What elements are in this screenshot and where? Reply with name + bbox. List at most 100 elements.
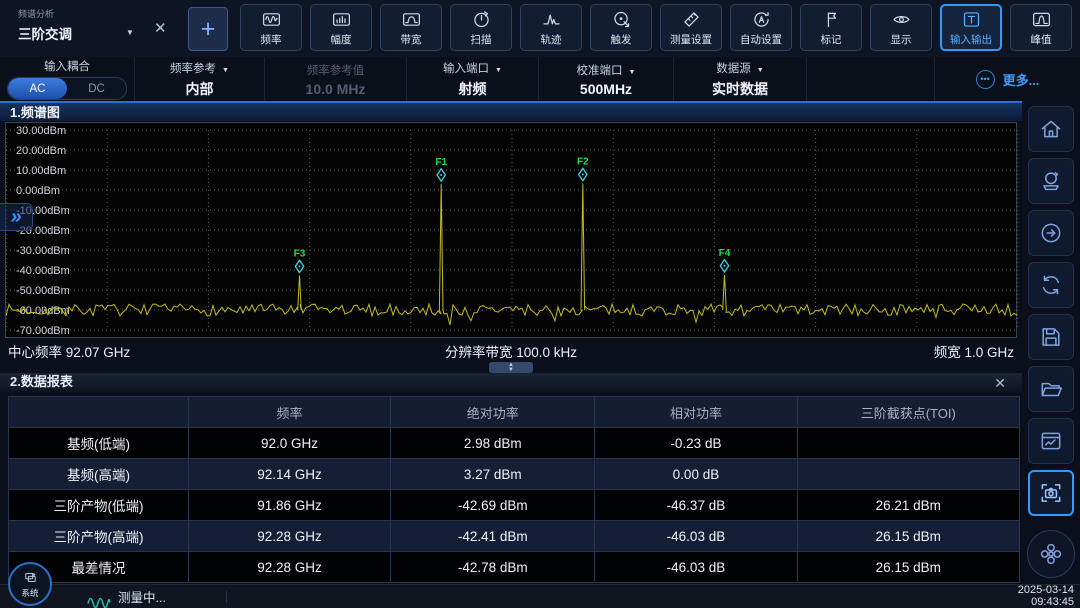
toolbar-button-trace[interactable]: 轨迹 [520,4,582,51]
setting-value: 实时数据 [712,79,768,99]
svg-text:-30.00dBm: -30.00dBm [16,245,70,257]
report-panel: 2.数据报表 ✕ 频率绝对功率相对功率三阶截获点(TOI)基频(低端)92.0 … [0,373,1022,568]
setting-label: 校准端口 [577,62,623,78]
auto-icon [751,9,772,30]
amp-icon [331,9,352,30]
sidebar-button-forward[interactable] [1028,210,1074,256]
more-settings-button[interactable]: •••更多... [976,70,1040,89]
table-cell: 3.27 dBm [391,459,595,490]
toggle-option-dc[interactable]: DC [67,78,126,99]
measurement-tab[interactable]: 频谱分析 三阶交调 ▼ ✕ + [0,0,234,57]
freq-icon [261,9,282,30]
table-header-cell: 频率 [188,397,390,428]
forward-icon [1038,220,1064,246]
status-bar: 系统 测量中... 2025-03-14 09:43:45 [0,584,1080,608]
setting-spacer [807,57,935,101]
peak-icon [1031,9,1052,30]
table-cell: -46.03 dB [595,521,797,552]
report-panel-title: 2.数据报表 ✕ [0,373,1022,392]
toolbar-button-trigger[interactable]: 触发 [590,4,652,51]
table-cell: 26.15 dBm [797,521,1019,552]
setting-label: 输入耦合 [44,58,90,74]
setting-cal-port[interactable]: 校准端口▼500MHz [539,57,674,101]
table-cell [797,428,1019,459]
setting-more[interactable]: •••更多... [935,57,1080,101]
setting-data-source[interactable]: 数据源 ▼ 实时数据 [674,57,807,101]
toolbar-button-peak[interactable]: 峰值 [1010,4,1072,51]
screenshot-icon [1038,480,1064,506]
sidebar-button-calibrate[interactable] [1028,158,1074,204]
toolbar-button-auto[interactable]: 自动设置 [730,4,792,51]
setting-input-port[interactable]: 输入端口▼射频 [407,57,539,101]
spectrum-panel: 1.频谱图 30.00dBm20.00dBm10.00dBm0.00dBm-10… [0,101,1022,363]
toolbar-button-marker[interactable]: 标记 [800,4,862,51]
sidebar-button-save[interactable] [1028,314,1074,360]
chevron-down-icon: ▼ [757,67,764,74]
system-icon [23,570,38,585]
sidebar-button-screenshot[interactable] [1028,470,1074,516]
ac-dc-toggle[interactable]: ACDC [7,77,127,100]
sidebar-button-open[interactable] [1028,366,1074,412]
table-row: 基频(高端)92.14 GHz3.27 dBm0.00 dB [9,459,1020,490]
setting-freq-reference[interactable]: 频率参考▼内部 [135,57,265,101]
open-icon [1038,376,1064,402]
svg-text:30.00dBm: 30.00dBm [16,125,66,137]
sidebar-button-navpad[interactable] [1027,530,1075,578]
toolbar-button-label: 显示 [891,32,912,47]
toolbar-button-freq[interactable]: 频率 [240,4,302,51]
toolbar-button-display[interactable]: 显示 [870,4,932,51]
measure-icon [681,9,702,30]
close-tab-icon[interactable]: ✕ [154,19,167,37]
side-toolbar [1022,101,1080,584]
spectrum-plot[interactable]: 30.00dBm20.00dBm10.00dBm0.00dBm-10.00dBm… [5,122,1017,338]
toolbar-button-amp[interactable]: 幅度 [310,4,372,51]
toggle-option-ac[interactable]: AC [8,78,67,99]
table-header-cell: 相对功率 [595,397,797,428]
table-cell: -0.23 dB [595,428,797,459]
setting-label: 频率参考 [170,60,216,76]
chevron-down-icon[interactable]: ▼ [126,28,134,37]
setting-value: 射频 [459,79,487,99]
toolbar-button-label: 测量设置 [670,32,712,47]
svg-text:F3: F3 [294,248,306,259]
table-row: 基频(低端)92.0 GHz2.98 dBm-0.23 dB [9,428,1020,459]
table-cell: -42.41 dBm [391,521,595,552]
toolbar-button-io[interactable]: 输入输出 [940,4,1002,51]
toolbar-button-label: 触发 [611,32,632,47]
setting-value: 500MHz [580,81,632,97]
spectrum-analyzer-app: 频谱分析 三阶交调 ▼ ✕ + 频率 幅度 带宽扫描轨迹触发 测量设置 自动设置标记显示… [0,0,1080,608]
top-toolbar: 频谱分析 三阶交调 ▼ ✕ + 频率 幅度 带宽扫描轨迹触发 测量设置 自动设置标记显示… [0,0,1080,57]
center-frequency-readout: 中心频率 92.07 GHz [8,341,445,361]
sidebar-button-refresh[interactable] [1028,262,1074,308]
panel-resize-handle[interactable]: ▲▼ [489,362,533,373]
toolbar-button-label: 幅度 [331,32,352,47]
sidebar-button-report[interactable] [1028,418,1074,464]
system-button[interactable]: 系统 [8,562,52,606]
more-label: 更多... [1003,70,1040,89]
settings-row: 输入耦合ACDC频率参考▼内部频率参考值10.0 MHz输入端口▼射频校准端口▼… [0,57,1080,101]
svg-text:0.00dBm: 0.00dBm [16,185,60,197]
span-readout: 频宽 1.0 GHz [577,341,1014,361]
setting-freq-reference-value: 频率参考值10.0 MHz [265,57,407,101]
add-tab-button[interactable]: + [188,7,228,51]
marker-F1[interactable]: F1 [435,157,447,181]
toolbar-button-label: 输入输出 [950,32,992,47]
toolbar-button-label: 频率 [261,32,282,47]
marker-F2[interactable]: F2 [577,157,589,181]
home-icon [1038,116,1064,142]
sidebar-button-home[interactable] [1028,106,1074,152]
spectrum-trace-svg[interactable]: 30.00dBm20.00dBm10.00dBm0.00dBm-10.00dBm… [6,124,1018,336]
expand-panel-icon[interactable]: » [0,203,33,231]
close-report-icon[interactable]: ✕ [994,374,1006,392]
toolbar-button-bw[interactable]: 带宽 [380,4,442,51]
setting-input-coupling[interactable]: 输入耦合 ACDC [0,57,135,101]
toolbar-button-label: 峰值 [1031,32,1052,47]
table-cell: 26.21 dBm [797,490,1019,521]
setting-value: 10.0 MHz [306,81,366,97]
setting-label: 数据源 [716,60,751,76]
toolbar-button-measure[interactable]: 测量设置 [660,4,722,51]
marker-F3[interactable]: F3 [294,248,306,272]
toolbar-button-sweep[interactable]: 扫描 [450,4,512,51]
svg-text:F1: F1 [435,157,447,168]
marker-F4[interactable]: F4 [719,248,731,272]
